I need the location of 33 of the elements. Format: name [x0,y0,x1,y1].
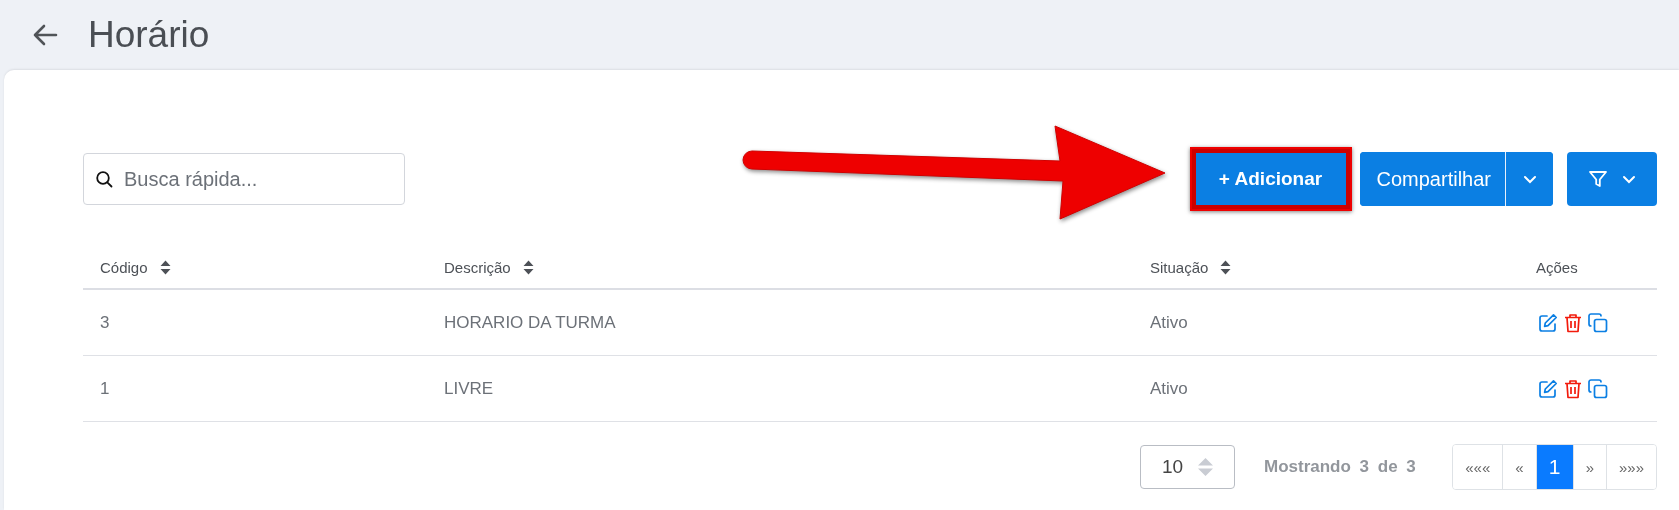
table-cell: 3 [100,312,110,333]
table-cell: HORARIO DA TURMA [444,312,616,333]
table-cell: Ativo [1150,378,1188,399]
edit-icon[interactable] [1538,378,1558,399]
table-cell: 1 [100,378,110,399]
results-summary: Mostrando 3 de 3 [1264,457,1416,477]
back-arrow-icon[interactable] [32,24,58,46]
search-icon [96,171,113,188]
filter-icon [1588,169,1608,189]
sort-icon[interactable] [159,259,171,275]
trash-icon[interactable] [1564,312,1582,333]
table-cell: Ativo [1150,312,1188,333]
trash-icon[interactable] [1564,378,1582,399]
share-dropdown-button[interactable] [1505,152,1553,206]
caret-icon [1622,174,1636,184]
copy-icon[interactable] [1588,312,1608,333]
column-header[interactable]: Descrição [444,258,511,276]
column-header[interactable]: Situação [1150,258,1209,276]
page-button[interactable]: »»» [1605,445,1656,489]
copy-icon[interactable] [1588,378,1608,399]
table-cell: LIVRE [444,378,494,399]
sort-icon[interactable] [1220,259,1232,275]
page-button[interactable]: 1 [1535,445,1573,489]
page-size-field[interactable]: 10 [1140,445,1235,489]
page-title: Horário [88,14,210,56]
edit-icon[interactable] [1538,312,1558,333]
filter-button[interactable] [1567,152,1657,206]
sort-icon[interactable] [522,259,534,275]
caret-icon [1522,174,1537,184]
column-header[interactable]: Código [100,258,148,276]
add-button[interactable]: + Adicionar [1195,153,1346,205]
column-header: Ações [1536,258,1578,276]
search-field[interactable]: Busca rápida... [83,153,405,205]
